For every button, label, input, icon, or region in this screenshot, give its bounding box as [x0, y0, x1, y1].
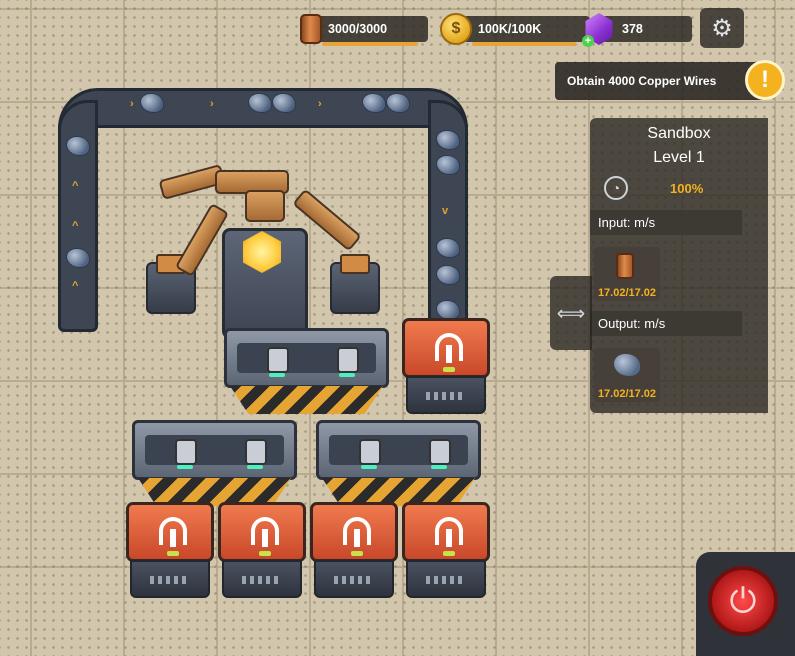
quest-banner[interactable]: Obtain 4000 Copper Wires — [555, 62, 765, 100]
settings-icon: ⚙ — [711, 14, 733, 42]
efficiency-value: 100% — [670, 180, 704, 196]
ore-item — [436, 155, 460, 175]
storage-box[interactable] — [402, 318, 490, 414]
ore-item — [386, 93, 410, 113]
output-label: Output: m/s — [590, 311, 742, 336]
efficiency-gauge-icon: ◔ — [604, 176, 628, 200]
storage-box[interactable] — [402, 502, 490, 598]
panel-level: Level 1 — [653, 149, 705, 166]
exclamation-icon: ! — [761, 66, 769, 93]
quest-alert-button[interactable]: ! — [745, 60, 785, 100]
copper-count: 3000/3000 — [328, 22, 388, 36]
smelter-machine[interactable] — [132, 420, 297, 515]
ore-item — [436, 238, 460, 258]
input-rate: 17.02/17.02 — [597, 287, 657, 299]
ore-item — [66, 136, 90, 156]
ore-item — [436, 130, 460, 150]
power-button[interactable]: ⏻ — [708, 566, 778, 636]
panel-toggle-button[interactable]: ⟺ — [550, 276, 592, 350]
storage-box[interactable] — [310, 502, 398, 598]
quest-text: Obtain 4000 Copper Wires — [567, 74, 717, 88]
ore-item — [272, 93, 296, 113]
ore-item — [362, 93, 386, 113]
copper-wire-icon — [616, 253, 634, 279]
gem-resource[interactable]: + 378 — [582, 12, 692, 47]
coin-count: 100K/100K — [478, 22, 542, 36]
ore-item — [248, 93, 272, 113]
copper-resource: 3000/3000 — [300, 12, 428, 46]
copper-wire-icon — [300, 14, 322, 44]
ore-icon — [614, 354, 640, 376]
smelter-machine[interactable] — [224, 328, 389, 423]
panel-title: Sandbox — [647, 125, 711, 142]
ore-item — [436, 265, 460, 285]
storage-box[interactable] — [126, 502, 214, 598]
add-gem-icon[interactable]: + — [582, 35, 594, 47]
smelter-machine[interactable] — [316, 420, 481, 515]
gem-count: 378 — [622, 22, 643, 36]
input-label: Input: m/s — [590, 210, 742, 235]
storage-box[interactable] — [218, 502, 306, 598]
input-item-tile[interactable]: 17.02/17.02 — [594, 247, 660, 301]
machine-info-panel: Sandbox Level 1 ◔ 100% Input: m/s 17.02/1… — [590, 118, 768, 413]
double-arrow-icon: ⟺ — [556, 302, 586, 325]
output-item-tile[interactable]: 17.02/17.02 — [594, 348, 660, 402]
ore-item — [140, 93, 164, 113]
ore-item — [436, 300, 460, 320]
settings-button[interactable]: ⚙ — [700, 8, 744, 48]
coin-resource: $ 100K/100K — [440, 12, 590, 46]
power-icon: ⏻ — [729, 581, 757, 620]
ore-item — [66, 248, 90, 268]
power-panel: ⏻ — [696, 552, 795, 656]
output-rate: 17.02/17.02 — [597, 388, 657, 400]
coin-icon: $ — [440, 13, 472, 45]
